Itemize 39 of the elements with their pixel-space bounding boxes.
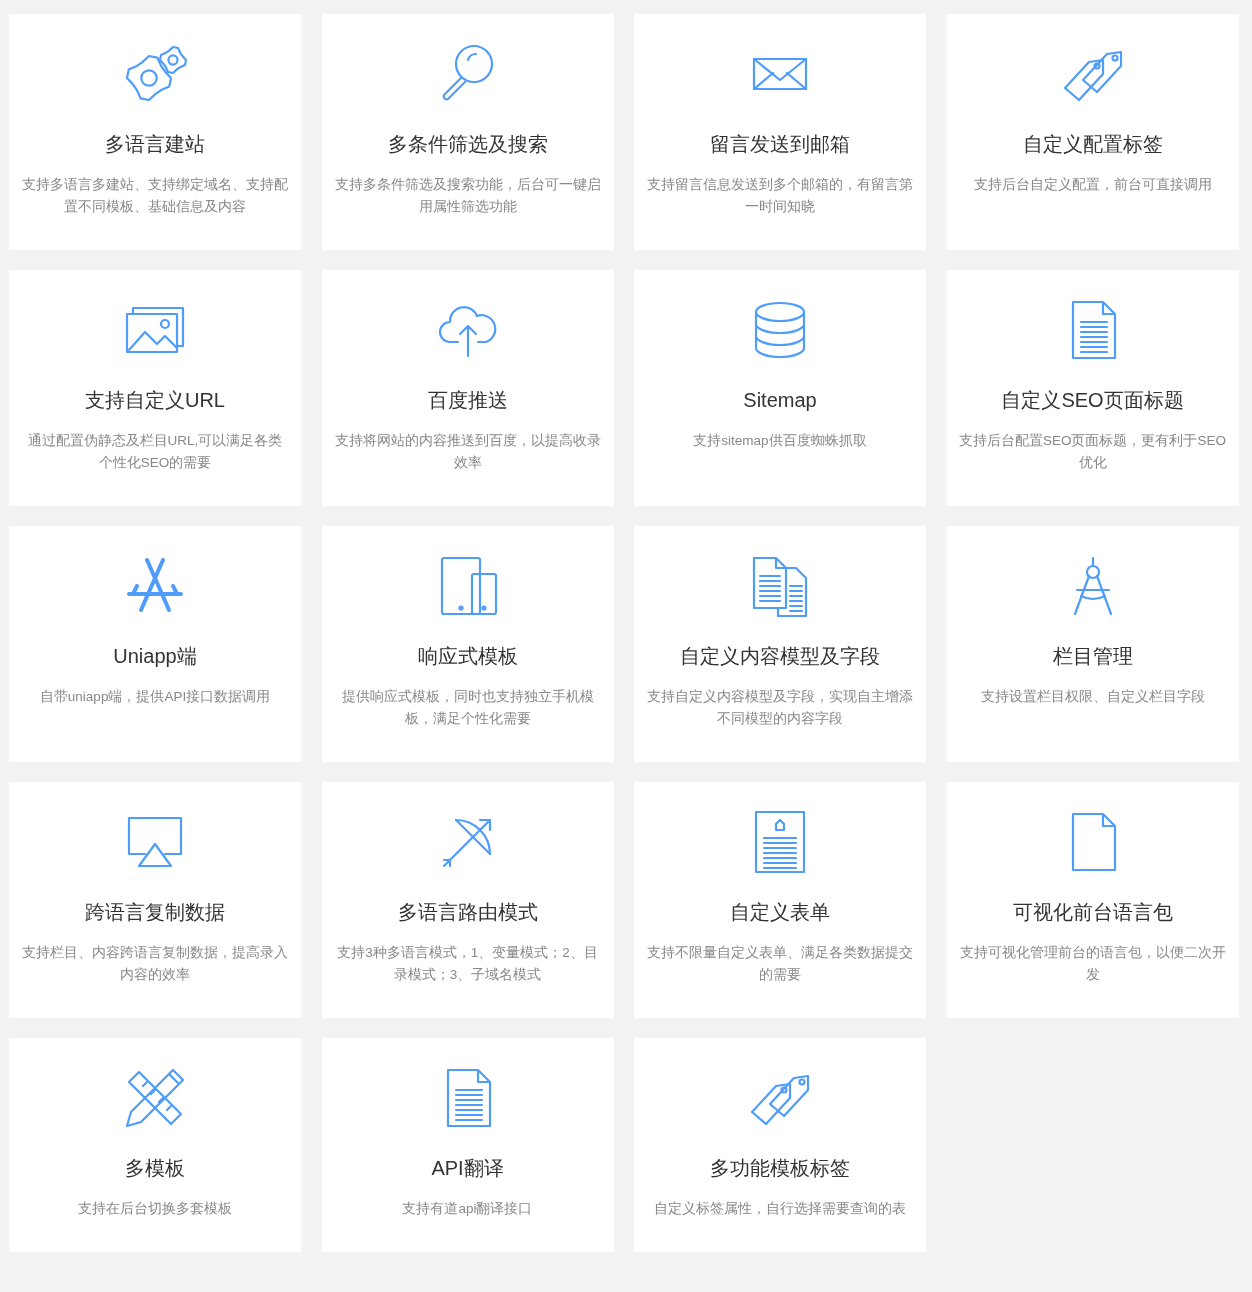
feature-title: 多功能模板标签 — [710, 1156, 850, 1181]
feature-description: 支持3种多语言模式，1、变量模式；2、目录模式；3、子域名模式 — [336, 944, 599, 984]
feature-title: 可视化前台语言包 — [1012, 900, 1173, 925]
feature-description: 自带uniapp端，提供API接口数据调用 — [39, 688, 271, 706]
feature-description: 支持在后台切换多套模板 — [78, 1200, 232, 1218]
feature-description: 支持有道api翻译接口 — [402, 1200, 533, 1218]
feature-description: 支持设置栏目权限、自定义栏目字段 — [980, 688, 1205, 706]
feature-title: 自定义表单 — [730, 900, 830, 925]
feature-title: 支持自定义URL — [85, 388, 225, 413]
feature-title: 百度推送 — [427, 388, 508, 413]
feature-description: 提供响应式模板，同时也支持独立手机模板，满足个性化需要 — [340, 688, 595, 728]
feature-description: 通过配置伪静态及栏目URL,可以满足各类个性化SEO的需要 — [26, 432, 284, 472]
feature-description: 支持可视化管理前台的语言包，以便二次开发 — [958, 944, 1227, 984]
feature-title: 自定义内容模型及字段 — [680, 644, 880, 669]
feature-description: 支持后台自定义配置，前台可直接调用 — [973, 176, 1212, 194]
feature-description: 自定义标签属性，自行选择需要查询的表 — [654, 1200, 906, 1218]
feature-description: 支持sitemap供百度蜘蛛抓取 — [693, 432, 867, 450]
feature-title: 跨语言复制数据 — [85, 900, 225, 925]
feature-title: 多语言路由模式 — [397, 900, 538, 925]
feature-title: 多条件筛选及搜索 — [387, 132, 548, 157]
feature-description: 支持多条件筛选及搜索功能，后台可一键启用属性筛选功能 — [333, 176, 602, 216]
feature-title: 自定义配置标签 — [1022, 132, 1163, 157]
feature-description: 支持自定义内容模型及字段，实现自主增添不同模型的内容字段 — [646, 688, 914, 728]
feature-description: 支持将网站的内容推送到百度，以提高收录效率 — [333, 432, 602, 472]
feature-title: 留言发送到邮箱 — [710, 132, 850, 157]
feature-title: 多语言建站 — [105, 132, 205, 157]
feature-title: Sitemap — [743, 388, 817, 413]
pencil-ruler-icon — [123, 1066, 187, 1130]
feature-description: 支持多语言多建站、支持绑定域名、支持配置不同模板、基础信息及内容 — [21, 176, 289, 216]
feature-description: 支持留言信息发送到多个邮箱的，有留言第一时间知晓 — [646, 176, 914, 216]
feature-title: 多模板 — [125, 1156, 185, 1181]
feature-description: 支持不限量自定义表单、满足各类数据提交的需要 — [646, 944, 914, 984]
feature-title: 自定义SEO页面标题 — [1001, 388, 1184, 413]
feature-description: 支持栏目、内容跨语言复制数据，提高录入内容的效率 — [21, 944, 289, 984]
feature-title: API翻译 — [431, 1156, 504, 1181]
feature-description: 支持后台配置SEO页面标题，更有利于SEO优化 — [958, 432, 1227, 472]
feature-title: Uniapp端 — [113, 644, 197, 669]
feature-title: 响应式模板 — [417, 644, 518, 669]
feature-title: 栏目管理 — [1052, 644, 1133, 669]
